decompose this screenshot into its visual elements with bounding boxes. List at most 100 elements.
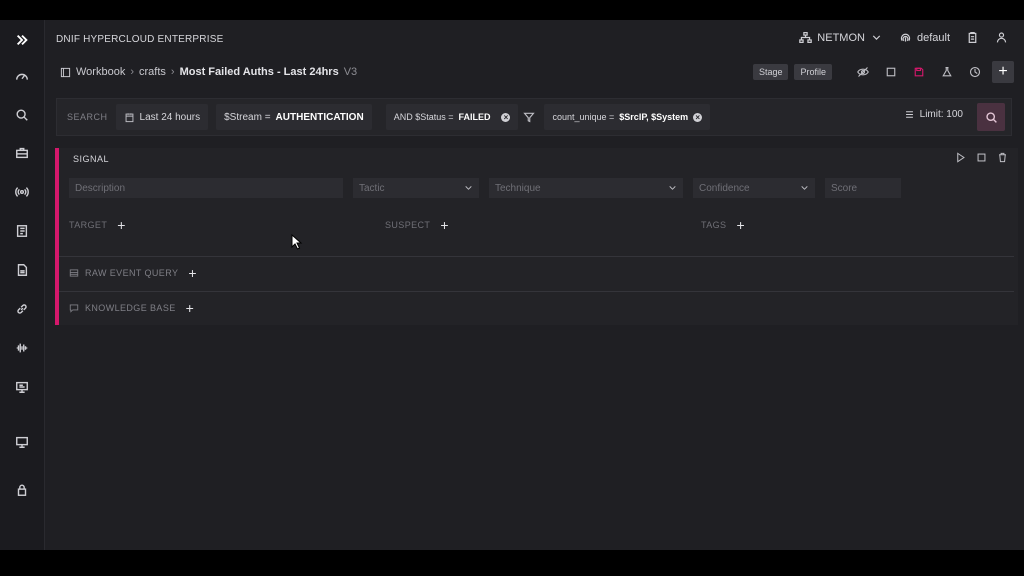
add-target-button[interactable]: + [117,218,126,232]
score-placeholder: Score [831,182,858,194]
network-icon [799,32,813,43]
stream-prefix: $Stream = [224,111,271,123]
profile-selector[interactable]: default [899,31,950,44]
signal-title: SIGNAL [73,154,110,164]
list-lines-icon [905,111,913,118]
run-search-button[interactable] [977,103,1005,131]
description-input[interactable]: Description [69,178,343,198]
waveform-icon[interactable] [0,336,44,360]
suspect-label: SUSPECT [385,220,431,230]
aggregation-chip[interactable]: count_unique = $SrcIP, $System × [544,104,711,130]
app-window: DNIF HYPERCLOUD ENTERPRISE NETMON defaul… [0,20,1024,550]
add-suspect-button[interactable]: + [440,218,449,232]
score-input[interactable]: Score [825,178,901,198]
target-label: TARGET [69,220,108,230]
confidence-select[interactable]: Confidence [693,178,815,198]
mouse-cursor-icon [291,234,303,250]
notebook-icon[interactable] [0,219,44,243]
suspect-row: SUSPECT + [385,218,449,232]
signal-panel: SIGNAL Description Tactic Technique Conf… [55,148,1018,325]
signal-actions [955,152,1008,163]
report-document-icon[interactable] [0,258,44,282]
target-row: TARGET + [69,218,126,232]
filter-value: FAILED [458,112,491,122]
raw-event-query-section[interactable]: RAW EVENT QUERY + [69,266,197,280]
workbook-name[interactable]: Most Failed Auths - Last 24hrs [180,66,339,78]
top-bar: DNIF HYPERCLOUD ENTERPRISE NETMON defaul… [44,20,1024,60]
fingerprint-icon [900,33,911,42]
description-placeholder: Description [75,182,126,194]
database-icon [69,269,79,277]
workspace-selector[interactable]: NETMON [799,31,883,44]
workbook-version: V3 [343,66,358,78]
profile-name: default [916,31,950,44]
profile-button[interactable]: Profile [794,64,832,80]
time-range-chip[interactable]: Last 24 hours [115,104,209,130]
monitor-icon[interactable] [0,430,44,454]
broadcast-icon[interactable] [0,180,44,204]
breadcrumb-folder[interactable]: crafts [139,66,166,78]
remove-filter-icon[interactable]: × [501,112,511,122]
briefcase-icon[interactable] [0,141,44,165]
status-filter-chip[interactable]: AND $Status = FAILED × [385,104,519,130]
tactic-placeholder: Tactic [359,182,385,194]
dashboard-gauge-icon[interactable] [0,65,44,89]
stream-chip[interactable]: $Stream = AUTHENTICATION [216,104,372,130]
integrations-icon[interactable] [0,375,44,399]
trash-icon[interactable] [997,152,1008,163]
agg-value: $SrcIP, $System [619,112,689,122]
add-knowledge-base-button[interactable]: + [186,301,195,315]
breadcrumb-separator: › [170,66,175,78]
time-range-value: Last 24 hours [139,111,201,123]
stage-button[interactable]: Stage [752,64,789,80]
chevron-down-icon [464,183,473,192]
chevron-down-icon [872,35,881,40]
add-block-button[interactable]: + [992,61,1014,83]
user-button[interactable] [995,31,1008,44]
stop-square-icon[interactable] [880,63,902,81]
chevron-down-icon [668,183,677,192]
search-bar: SEARCH Last 24 hours $Stream = AUTHENTIC… [56,98,1012,136]
technique-select[interactable]: Technique [489,178,683,198]
calendar-icon [125,112,133,122]
knowledge-base-section[interactable]: KNOWLEDGE BASE + [69,301,195,315]
limit-value: Limit: 100 [919,109,963,120]
stop-square-icon[interactable] [976,152,987,163]
sidebar [0,20,45,550]
workbook-icon [60,67,71,77]
knowledge-base-label: KNOWLEDGE BASE [85,303,176,313]
confidence-placeholder: Confidence [699,182,750,194]
raw-event-query-label: RAW EVENT QUERY [85,268,179,278]
save-icon[interactable] [908,63,930,81]
user-icon [996,32,1007,43]
divider [59,291,1014,292]
workbook-toolbar: Stage Profile + [752,61,1014,83]
clipboard-button[interactable] [966,31,979,44]
lock-icon[interactable] [0,478,44,502]
tags-label: TAGS [701,220,727,230]
search-icon [985,111,997,123]
remove-aggregation-icon[interactable]: × [693,112,703,122]
logo-icon[interactable] [0,28,44,52]
workspace-name: NETMON [817,31,865,44]
top-right-controls: NETMON default [799,31,1008,44]
technique-placeholder: Technique [495,182,541,194]
breadcrumb-workbook[interactable]: Workbook [76,66,125,78]
add-raw-event-query-button[interactable]: + [188,266,197,280]
hide-eye-icon[interactable] [852,63,874,81]
funnel-filter-icon[interactable] [518,108,540,126]
play-icon[interactable] [955,152,966,163]
filter-prefix: AND $Status = [393,112,454,122]
comment-icon [69,304,79,313]
search-label: SEARCH [67,112,108,122]
limit-control[interactable]: Limit: 100 [904,109,963,120]
agg-prefix: count_unique = [552,112,615,122]
search-icon[interactable] [0,103,44,127]
clipboard-icon [968,32,977,43]
divider [59,256,1014,257]
history-clock-icon[interactable] [964,63,986,81]
tactic-select[interactable]: Tactic [353,178,479,198]
add-tag-button[interactable]: + [736,218,745,232]
link-icon[interactable] [0,297,44,321]
flask-icon[interactable] [936,63,958,81]
